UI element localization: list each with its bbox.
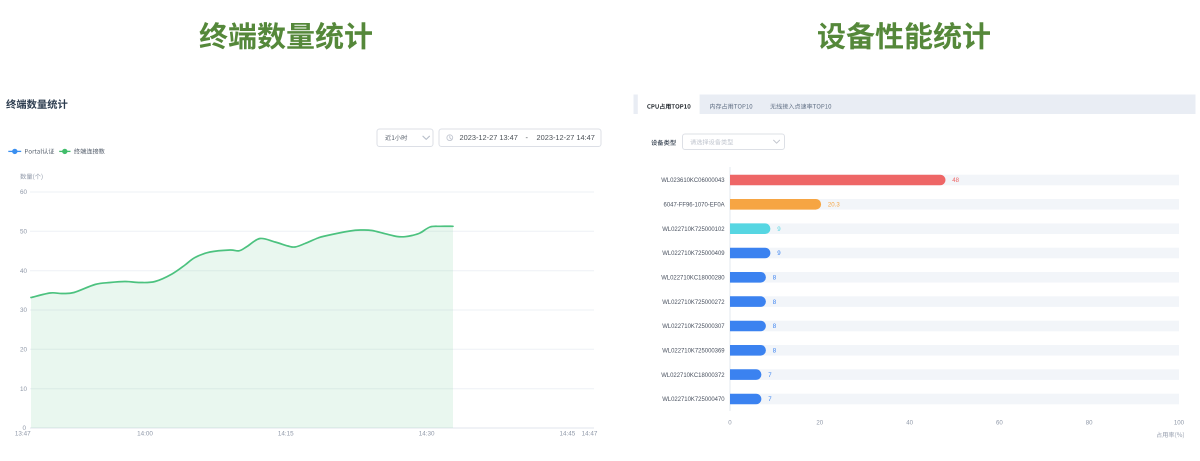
svg-text:60: 60	[20, 189, 28, 196]
svg-text:14:30: 14:30	[419, 430, 435, 437]
svg-text:14:45: 14:45	[560, 430, 576, 437]
svg-text:80: 80	[1086, 419, 1093, 426]
svg-text:10: 10	[20, 386, 28, 393]
svg-text:0: 0	[728, 419, 732, 426]
svg-text:20.3: 20.3	[828, 202, 840, 209]
svg-text:20: 20	[20, 347, 28, 354]
svg-text:WL022710K725000369: WL022710K725000369	[662, 349, 725, 355]
svg-text:14:00: 14:00	[137, 430, 153, 437]
svg-text:20: 20	[816, 419, 823, 426]
svg-text:14:47: 14:47	[582, 430, 598, 437]
svg-text:48: 48	[952, 177, 959, 184]
svg-text:100: 100	[1174, 419, 1185, 426]
svg-text:2023-12-27 14:47: 2023-12-27 14:47	[537, 133, 595, 142]
svg-text:50: 50	[20, 229, 28, 236]
svg-text:40: 40	[906, 419, 913, 426]
svg-text:WL022710KC18000280: WL022710KC18000280	[661, 276, 725, 282]
svg-text:6047-FF96-1070-EF0A: 6047-FF96-1070-EF0A	[664, 203, 725, 209]
svg-text:60: 60	[996, 419, 1003, 426]
svg-text:13:47: 13:47	[15, 430, 31, 437]
svg-text:14:15: 14:15	[278, 430, 294, 437]
svg-text:WL023610KC06000043: WL023610KC06000043	[661, 178, 725, 184]
svg-text:30: 30	[20, 307, 28, 314]
svg-text:WL022710K725000307: WL022710K725000307	[662, 324, 724, 330]
svg-text:WL022710K725000409: WL022710K725000409	[662, 251, 725, 257]
svg-text:WL022710K725000272: WL022710K725000272	[662, 300, 724, 306]
svg-text:WL022710KC18000372: WL022710KC18000372	[661, 373, 724, 379]
svg-text:WL022710K725000470: WL022710K725000470	[662, 397, 725, 403]
svg-text:40: 40	[20, 268, 28, 275]
svg-text:2023-12-27 13:47: 2023-12-27 13:47	[460, 133, 518, 142]
svg-text:WL022710K725000102: WL022710K725000102	[662, 227, 724, 233]
